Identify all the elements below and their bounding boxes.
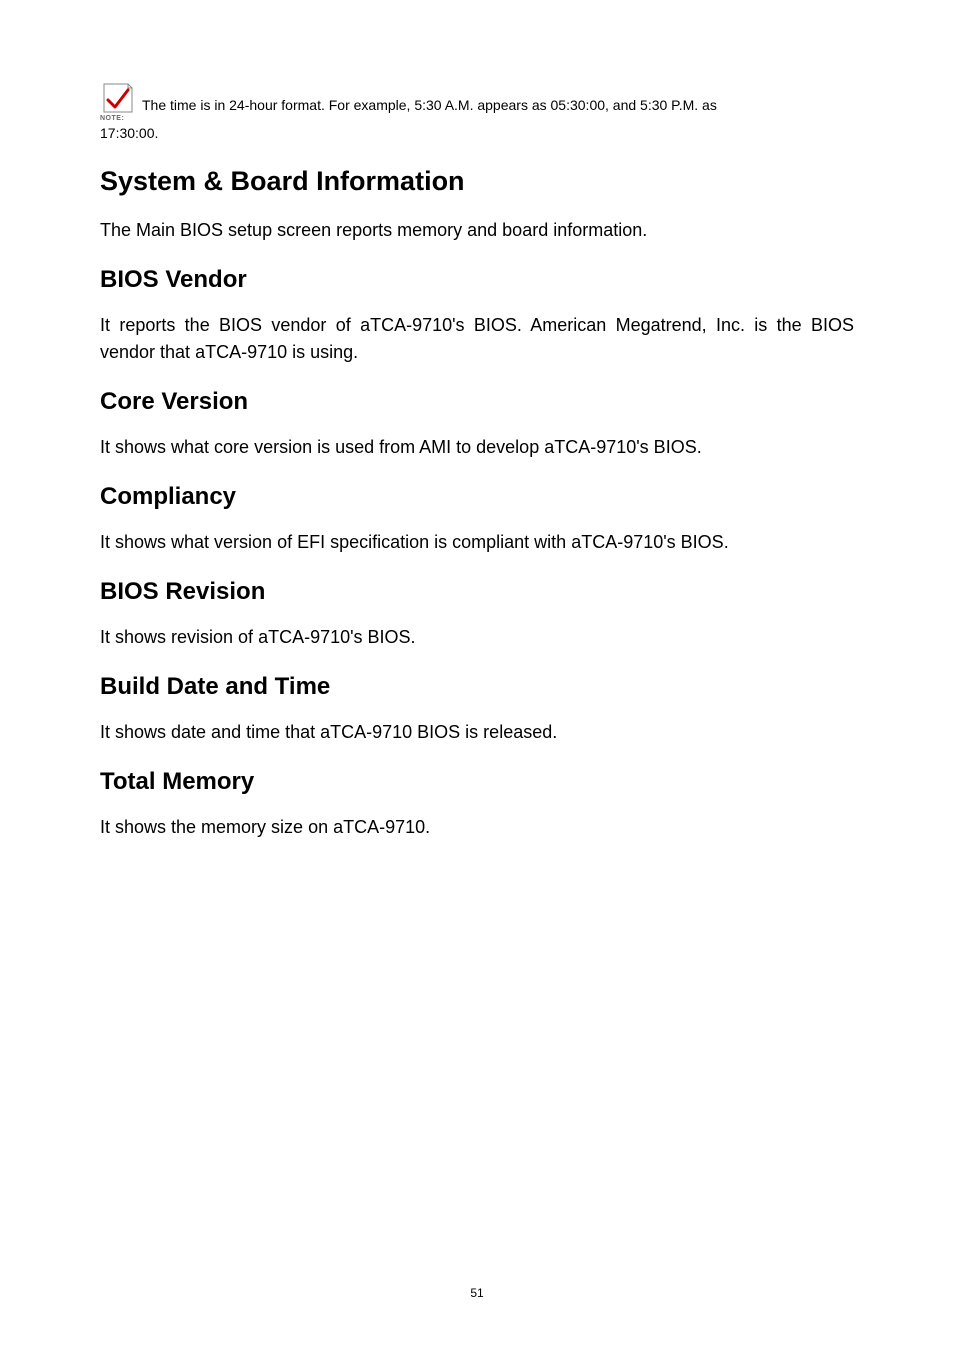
paragraph-build-date-time: It shows date and time that aTCA-9710 BI… xyxy=(100,719,854,746)
heading-compliancy: Compliancy xyxy=(100,483,854,511)
heading-total-memory: Total Memory xyxy=(100,768,854,796)
heading-bios-vendor: BIOS Vendor xyxy=(100,266,854,294)
paragraph-bios-revision: It shows revision of aTCA-9710's BIOS. xyxy=(100,624,854,651)
paragraph-compliancy: It shows what version of EFI specificati… xyxy=(100,529,854,556)
note-text-line1: The time is in 24-hour format. For examp… xyxy=(142,96,717,116)
paragraph-total-memory: It shows the memory size on aTCA-9710. xyxy=(100,814,854,841)
page-number: 51 xyxy=(0,1286,954,1300)
heading-core-version: Core Version xyxy=(100,388,854,416)
note-block: NOTE: The time is in 24-hour format. For… xyxy=(100,80,854,116)
note-text-line2: 17:30:00. xyxy=(100,124,854,144)
paragraph-core-version: It shows what core version is used from … xyxy=(100,434,854,461)
heading-system-board-info: System & Board Information xyxy=(100,166,854,197)
paragraph-system-board-intro: The Main BIOS setup screen reports memor… xyxy=(100,217,854,244)
paragraph-bios-vendor: It reports the BIOS vendor of aTCA-9710'… xyxy=(100,312,854,366)
heading-bios-revision: BIOS Revision xyxy=(100,578,854,606)
heading-build-date-time: Build Date and Time xyxy=(100,673,854,701)
note-icon: NOTE: xyxy=(100,80,136,116)
note-label: NOTE: xyxy=(100,115,124,122)
